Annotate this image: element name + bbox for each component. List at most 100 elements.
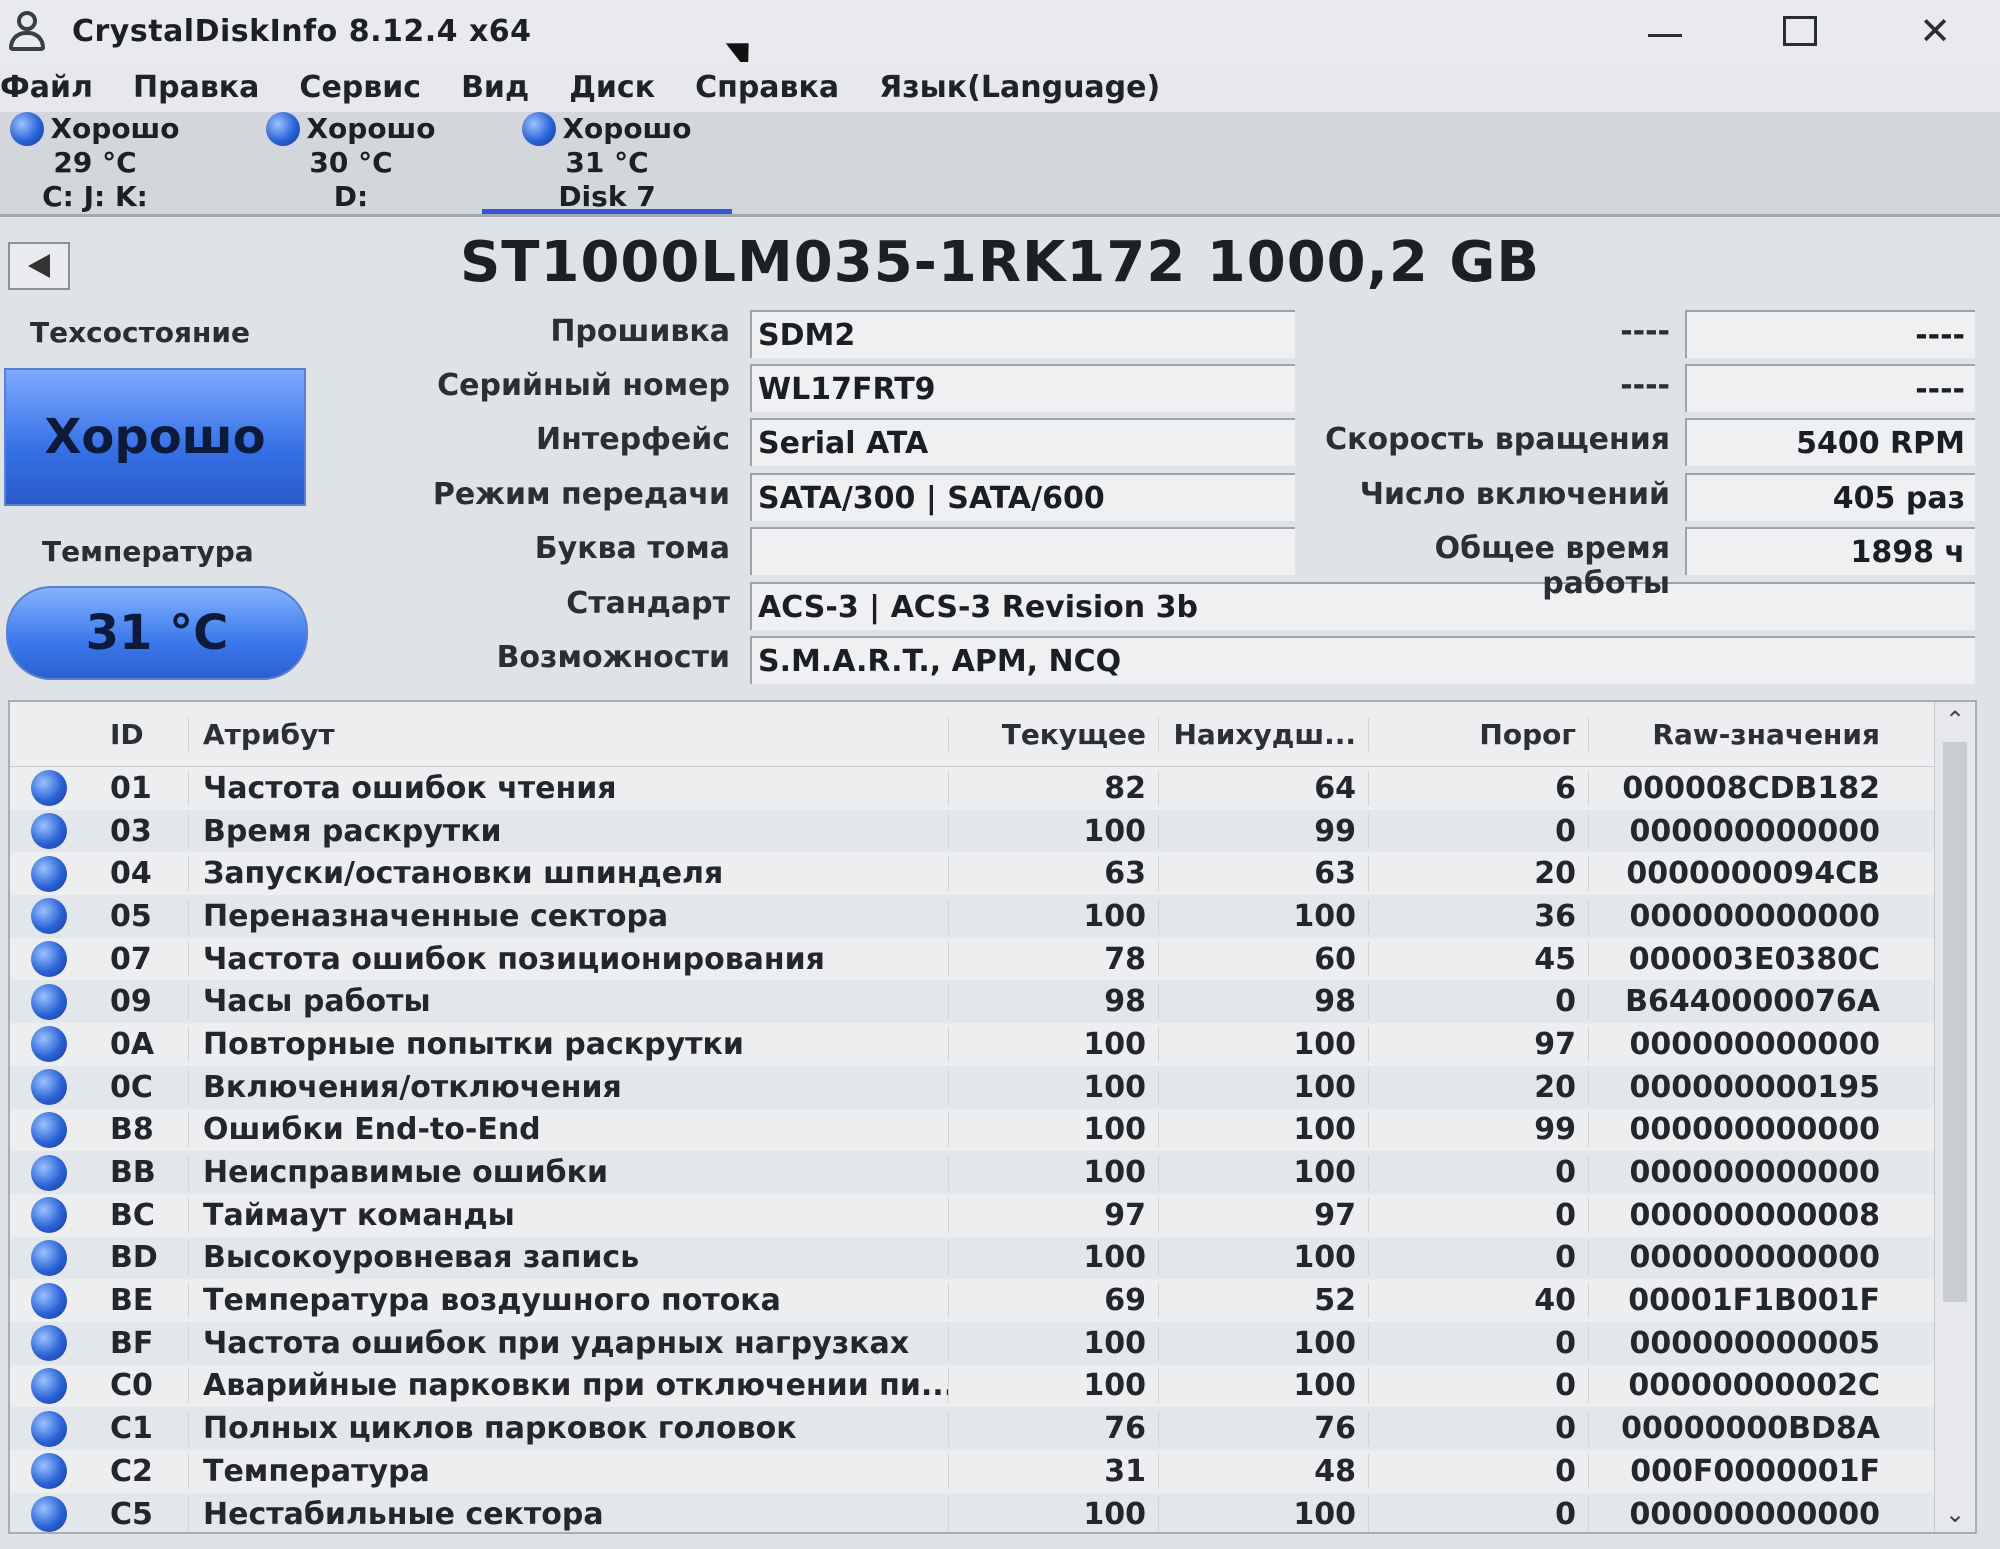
table-row[interactable]: 03 Время раскрутки 100 99 0 000000000000	[10, 809, 1975, 853]
app-icon[interactable]	[6, 9, 50, 53]
cell-threshold: 0	[1368, 1325, 1588, 1361]
menu-disk[interactable]: Диск	[549, 70, 675, 105]
status-good-icon	[31, 983, 67, 1020]
features-field: S.M.A.R.T., APM, NCQ	[750, 636, 1975, 684]
cell-attribute: Температура воздушного потока	[188, 1283, 948, 1319]
cell-attribute: Запуски/остановки шпинделя	[188, 856, 948, 892]
col-id[interactable]: ID	[88, 718, 188, 751]
cell-attribute: Аварийные парковки при отключении пи...	[188, 1368, 948, 1404]
cell-raw: 000000000000	[1588, 1496, 1908, 1532]
cell-raw: 000000000000	[1588, 813, 1908, 849]
serial-field: WL17FRT9	[750, 364, 1295, 412]
table-row[interactable]: 05 Переназначенные сектора 100 100 36 0000000…	[10, 895, 1975, 938]
serial-label: Серийный номер	[437, 368, 730, 403]
table-row[interactable]: 07 Частота ошибок позиционирования 78 60 45 0…	[10, 938, 1975, 981]
cell-threshold: 0	[1368, 1368, 1588, 1404]
cell-id: BF	[110, 1325, 154, 1361]
minimize-button[interactable]	[1610, 0, 1720, 62]
table-row[interactable]: 01 Частота ошибок чтения 82 64 6 000008CDB182	[10, 767, 1975, 810]
status-good-icon	[31, 1111, 67, 1148]
cell-current: 63	[948, 856, 1158, 892]
row-status	[10, 983, 88, 1020]
table-row[interactable]: 04 Запуски/остановки шпинделя 63 63 20 000000…	[10, 852, 1975, 895]
menu-edit[interactable]: Правка	[113, 70, 279, 105]
cell-current: 100	[948, 1112, 1158, 1148]
cell-id: B8	[110, 1112, 154, 1148]
power-on-hours-label: Общее время работы	[1434, 531, 1670, 601]
menu-service[interactable]: Сервис	[279, 70, 441, 105]
cell-current: 76	[948, 1411, 1158, 1447]
col-worst[interactable]: Наихудш...	[1158, 717, 1368, 751]
arrow-left-icon	[28, 254, 50, 278]
cell-worst: 100	[1158, 1325, 1368, 1361]
disk-status: Хорошо	[562, 112, 692, 145]
temperature-button[interactable]: 31 °C	[6, 586, 308, 680]
table-row[interactable]: C1 Полных циклов парковок головок 76 76 0 000…	[10, 1407, 1975, 1450]
cell-worst: 100	[1158, 898, 1368, 934]
table-row[interactable]: 09 Часы работы 98 98 0 B6440000076A	[10, 980, 1975, 1024]
smart-attributes-table: ID Атрибут Текущее Наихудш... Порог Raw-…	[8, 700, 1977, 1534]
table-row[interactable]: C5 Нестабильные сектора 100 100 0 00000000000…	[10, 1492, 1975, 1532]
cell-threshold: 20	[1368, 856, 1588, 892]
cell-attribute: Таймаут команды	[188, 1197, 948, 1233]
col-attribute[interactable]: Атрибут	[188, 717, 948, 751]
col-current[interactable]: Текущее	[948, 717, 1158, 751]
row-status	[10, 1410, 88, 1447]
cell-attribute: Полных циклов парковок головок	[188, 1411, 948, 1447]
maximize-button[interactable]	[1745, 0, 1855, 62]
cell-raw: 000000000000	[1588, 1240, 1908, 1276]
table-row[interactable]: BD Высокоуровневая запись 100 100 0 000000000…	[10, 1236, 1975, 1280]
table-row[interactable]: BF Частота ошибок при ударных нагрузках 10…	[10, 1321, 1975, 1365]
health-status-button[interactable]: Хорошо	[4, 368, 306, 506]
firmware-label: Прошивка	[550, 314, 730, 349]
cell-current: 97	[948, 1197, 1158, 1233]
window-title: CrystalDiskInfo 8.12.4 x64	[72, 13, 532, 49]
close-button[interactable]: ✕	[1880, 0, 1990, 62]
cell-attribute: Повторные попытки раскрутки	[188, 1026, 948, 1062]
table-row[interactable]: BC Таймаут команды 97 97 0 000000000008	[10, 1194, 1975, 1237]
cell-threshold: 20	[1368, 1069, 1588, 1105]
cell-attribute: Температура	[188, 1453, 948, 1489]
menu-language[interactable]: Язык(Language)	[859, 70, 1180, 105]
scroll-down-icon[interactable]: ⌄	[1935, 1496, 1975, 1532]
cell-threshold: 0	[1368, 1496, 1588, 1532]
cell-current: 69	[948, 1283, 1158, 1319]
scroll-up-icon[interactable]: ⌃	[1935, 702, 1975, 738]
cell-raw: 000000000000	[1588, 1026, 1908, 1062]
disk-tab-1[interactable]: Хорошо 29 °C C: J: K:	[0, 112, 220, 214]
table-row[interactable]: 0A Повторные попытки раскрутки 100 100 97 000…	[10, 1023, 1975, 1066]
status-good-icon	[31, 1026, 67, 1063]
cell-id: C1	[110, 1411, 153, 1447]
status-good-icon	[522, 112, 557, 146]
table-row[interactable]: C0 Аварийные парковки при отключении пи..…	[10, 1365, 1975, 1408]
status-good-icon	[31, 1282, 67, 1319]
table-row[interactable]: B8 Ошибки End-to-End 100 100 99 000000000000	[10, 1109, 1975, 1152]
row-status	[10, 1496, 88, 1532]
previous-disk-button[interactable]	[8, 242, 70, 290]
status-good-icon	[31, 855, 67, 892]
disk-tab-3[interactable]: Хорошо 31 °C Disk 7	[482, 112, 732, 214]
table-row[interactable]: 0C Включения/отключения 100 100 20 0000000001…	[10, 1065, 1975, 1109]
cell-raw: 000008CDB182	[1588, 770, 1908, 806]
col-raw[interactable]: Raw-значения	[1588, 717, 1908, 751]
menu-help[interactable]: Справка	[675, 70, 859, 105]
cell-worst: 98	[1158, 984, 1368, 1020]
scroll-thumb[interactable]	[1943, 742, 1967, 1302]
status-good-icon	[266, 112, 301, 146]
cell-current: 100	[948, 1155, 1158, 1191]
menu-file[interactable]: Файл	[0, 70, 113, 105]
table-row[interactable]: C2 Температура 31 48 0 000F0000001F	[10, 1450, 1975, 1493]
cell-attribute: Высокоуровневая запись	[188, 1240, 948, 1276]
row-status	[10, 1197, 88, 1234]
table-row[interactable]: BB Неисправимые ошибки 100 100 0 000000000000	[10, 1151, 1975, 1194]
cell-worst: 100	[1158, 1368, 1368, 1404]
menu-view[interactable]: Вид	[441, 70, 549, 105]
table-row[interactable]: BE Температура воздушного потока 69 52 40 000…	[10, 1279, 1975, 1322]
col-threshold[interactable]: Порог	[1368, 717, 1588, 751]
disk-tab-2[interactable]: Хорошо 30 °C D:	[226, 112, 476, 214]
disk-label: Disk 7	[558, 180, 656, 213]
power-on-count-field: 405 раз	[1685, 473, 1975, 521]
cell-id: BD	[110, 1240, 158, 1276]
cell-current: 100	[948, 1325, 1158, 1361]
table-scrollbar[interactable]: ⌃ ⌄	[1934, 702, 1975, 1532]
